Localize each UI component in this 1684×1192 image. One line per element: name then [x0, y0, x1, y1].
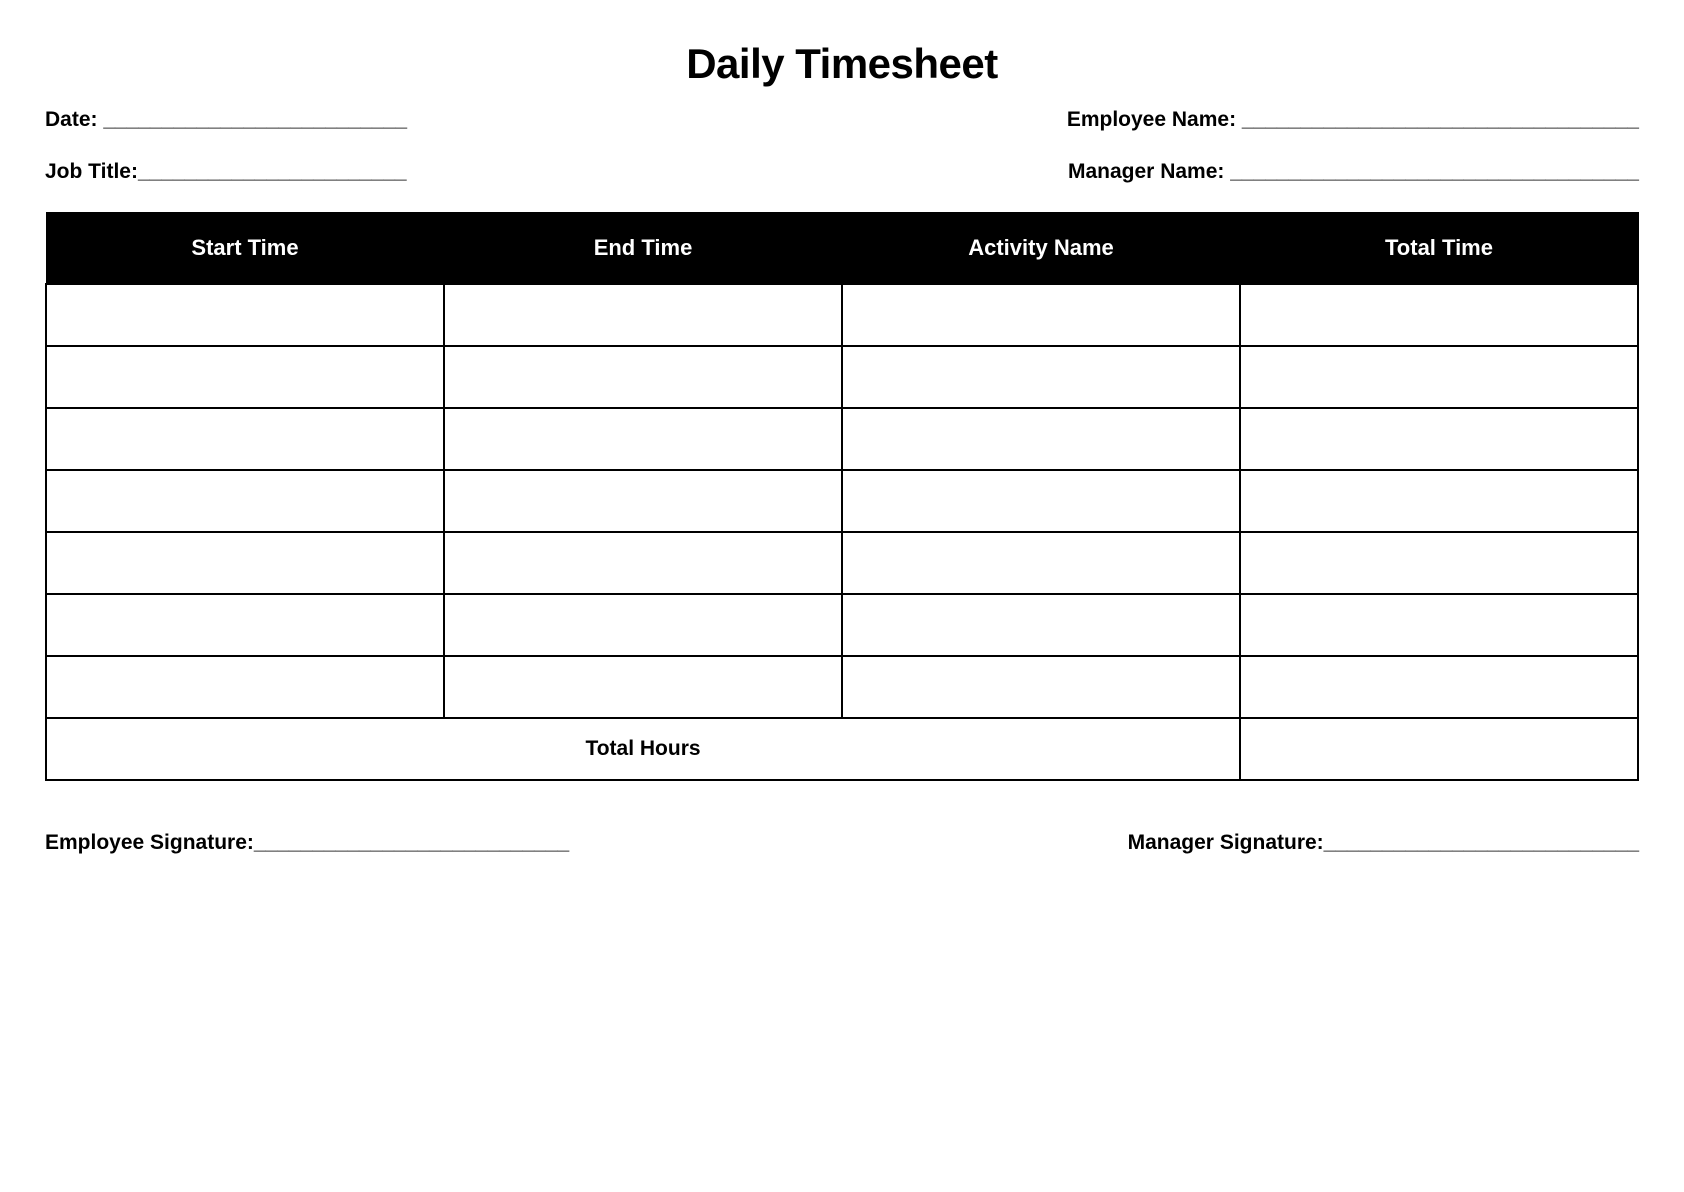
cell-total-time[interactable]	[1240, 594, 1638, 656]
cell-end-time[interactable]	[444, 408, 842, 470]
table-row	[46, 656, 1638, 718]
cell-start-time[interactable]	[46, 470, 444, 532]
cell-activity-name[interactable]	[842, 594, 1240, 656]
table-row	[46, 594, 1638, 656]
employee-signature-field[interactable]: Employee Signature:_____________________…	[45, 831, 569, 855]
cell-activity-name[interactable]	[842, 656, 1240, 718]
total-hours-row: Total Hours	[46, 718, 1638, 780]
cell-start-time[interactable]	[46, 594, 444, 656]
employee-name-field[interactable]: Employee Name: _________________________…	[1067, 108, 1639, 132]
cell-end-time[interactable]	[444, 532, 842, 594]
cell-activity-name[interactable]	[842, 346, 1240, 408]
manager-signature-field[interactable]: Manager Signature:______________________…	[1128, 831, 1639, 855]
header-end-time: End Time	[444, 213, 842, 285]
date-field[interactable]: Date: __________________________	[45, 108, 407, 132]
cell-total-time[interactable]	[1240, 284, 1638, 346]
table-row	[46, 532, 1638, 594]
cell-end-time[interactable]	[444, 284, 842, 346]
cell-total-time[interactable]	[1240, 346, 1638, 408]
signatures-row: Employee Signature:_____________________…	[45, 831, 1639, 855]
page-title: Daily Timesheet	[45, 40, 1639, 88]
cell-end-time[interactable]	[444, 346, 842, 408]
cell-end-time[interactable]	[444, 594, 842, 656]
job-title-field[interactable]: Job Title:_______________________	[45, 160, 407, 184]
header-start-time: Start Time	[46, 213, 444, 285]
header-total-time: Total Time	[1240, 213, 1638, 285]
cell-total-time[interactable]	[1240, 470, 1638, 532]
header-row-1: Date: __________________________ Employe…	[45, 108, 1639, 132]
table-row	[46, 346, 1638, 408]
table-row	[46, 408, 1638, 470]
cell-activity-name[interactable]	[842, 284, 1240, 346]
table-row	[46, 284, 1638, 346]
cell-activity-name[interactable]	[842, 470, 1240, 532]
cell-start-time[interactable]	[46, 408, 444, 470]
total-hours-value[interactable]	[1240, 718, 1638, 780]
cell-end-time[interactable]	[444, 656, 842, 718]
cell-end-time[interactable]	[444, 470, 842, 532]
table-header-row: Start Time End Time Activity Name Total …	[46, 213, 1638, 285]
cell-start-time[interactable]	[46, 284, 444, 346]
header-activity-name: Activity Name	[842, 213, 1240, 285]
timesheet-table: Start Time End Time Activity Name Total …	[45, 212, 1639, 781]
total-hours-label: Total Hours	[46, 718, 1240, 780]
cell-start-time[interactable]	[46, 346, 444, 408]
table-row	[46, 470, 1638, 532]
cell-total-time[interactable]	[1240, 532, 1638, 594]
cell-start-time[interactable]	[46, 656, 444, 718]
manager-name-field[interactable]: Manager Name: __________________________…	[1068, 160, 1639, 184]
header-row-2: Job Title:_______________________ Manage…	[45, 160, 1639, 184]
cell-start-time[interactable]	[46, 532, 444, 594]
cell-total-time[interactable]	[1240, 408, 1638, 470]
cell-activity-name[interactable]	[842, 532, 1240, 594]
cell-total-time[interactable]	[1240, 656, 1638, 718]
cell-activity-name[interactable]	[842, 408, 1240, 470]
